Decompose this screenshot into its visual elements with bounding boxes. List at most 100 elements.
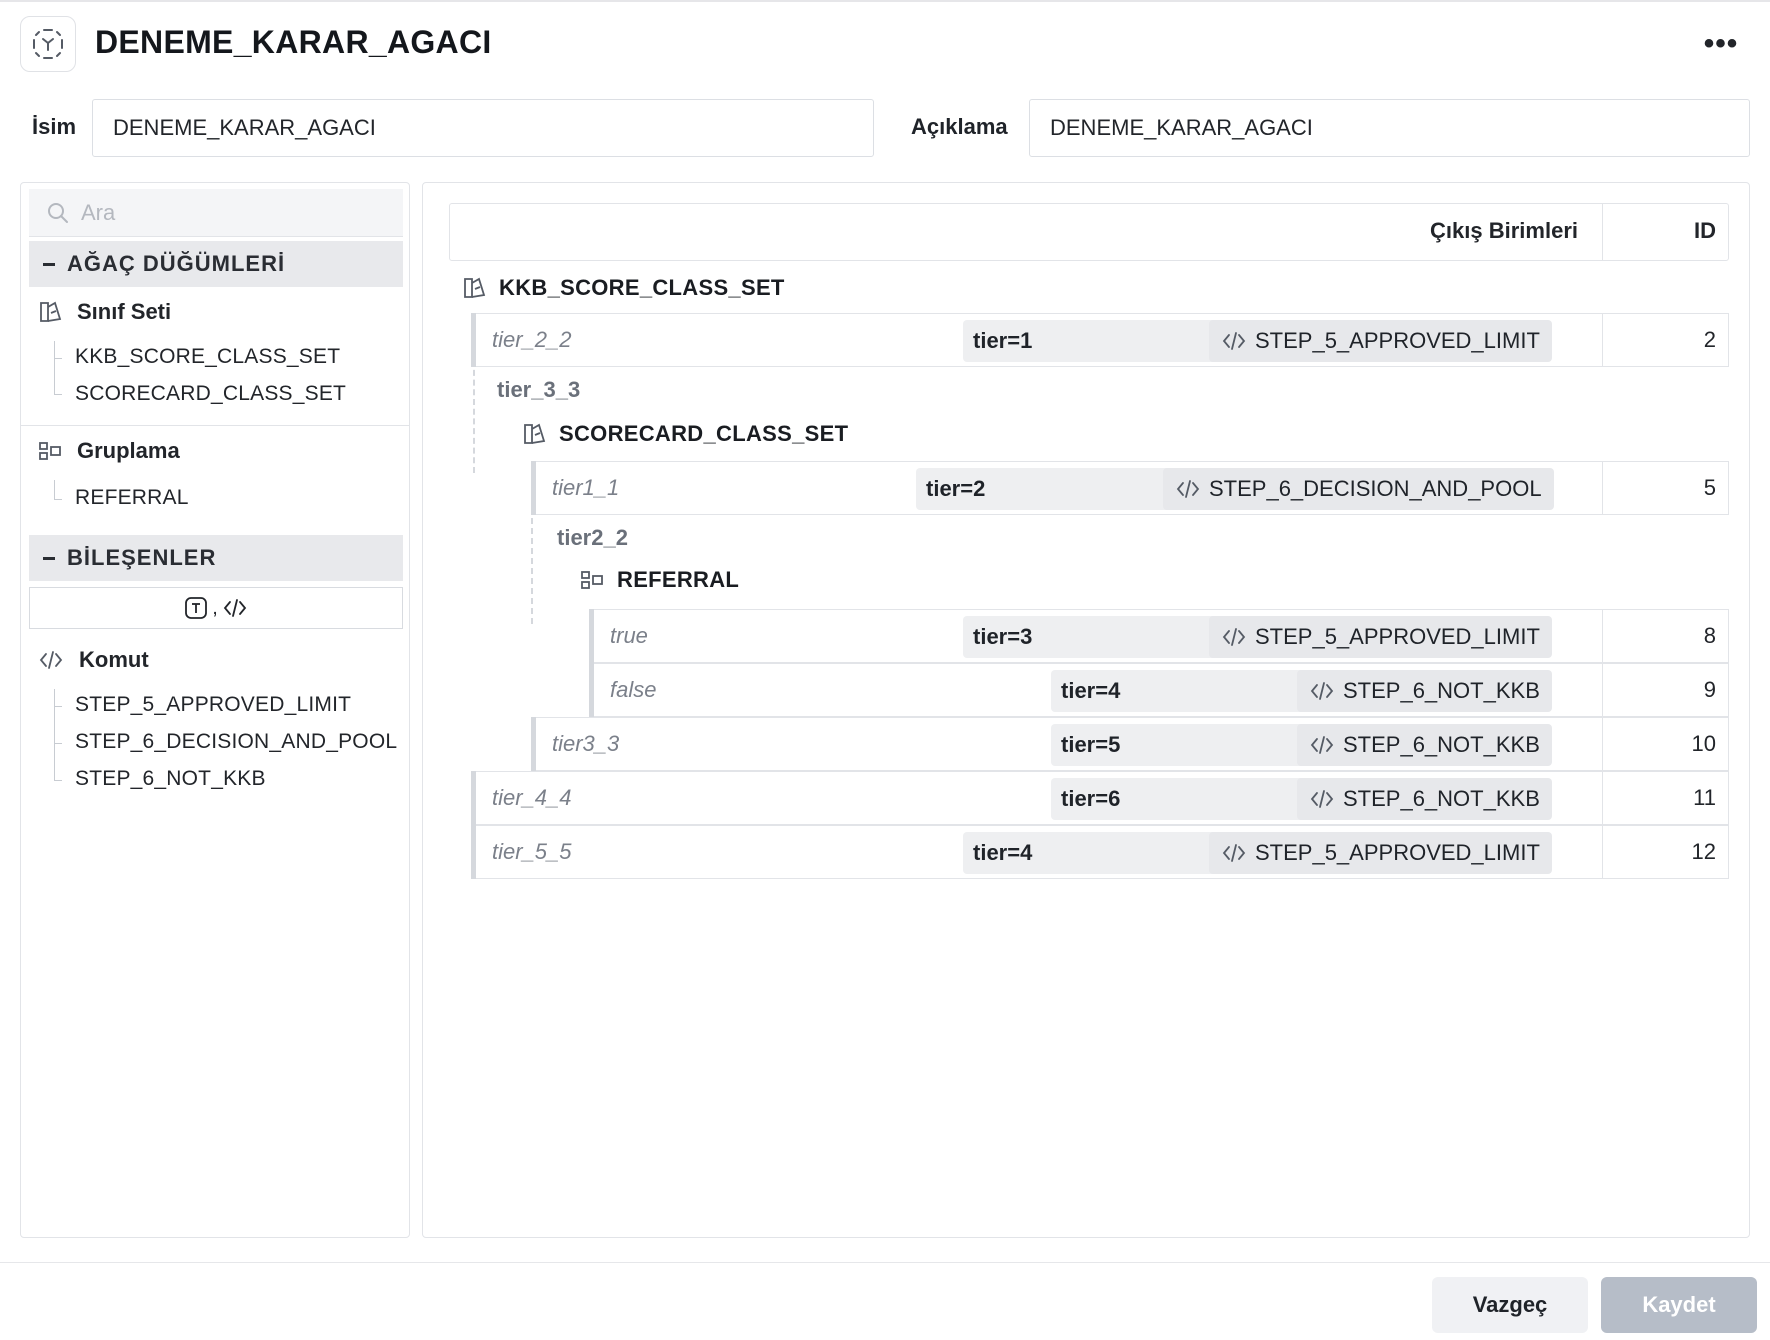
sidebar-item-scorecard-class-set[interactable]: SCORECARD_CLASS_SET [75, 382, 346, 406]
code-icon [1222, 628, 1246, 646]
table-row[interactable]: tier_2_2 tier=1 STEP_5_APPROVED_LIMIT 2 [471, 313, 1729, 367]
table-row[interactable]: true tier=3 STEP_5_APPROVED_LIMIT 8 [589, 609, 1729, 663]
group-label: Sınıf Seti [77, 299, 172, 324]
step-label: STEP_6_DECISION_AND_POOL [1209, 476, 1542, 501]
sidebar-item-step-6-not-kkb[interactable]: STEP_6_NOT_KKB [75, 767, 266, 791]
table-row[interactable]: false tier=4 STEP_6_NOT_KKB 9 [589, 663, 1729, 717]
output-step-chip[interactable]: STEP_6_NOT_KKB [1297, 778, 1552, 820]
more-options-icon[interactable]: ••• [1698, 22, 1744, 66]
sidebar-item-kkb-score-class-set[interactable]: KKB_SCORE_CLASS_SET [75, 345, 340, 369]
code-icon [39, 651, 63, 669]
node-label: SCORECARD_CLASS_SET [559, 421, 849, 446]
branch-name: tier3_3 [552, 731, 620, 756]
condition-chip[interactable]: tier=4 [1051, 670, 1323, 712]
save-button[interactable]: Kaydet [1601, 1277, 1757, 1333]
tree-node-referral[interactable]: REFERRAL [579, 567, 739, 593]
search-input[interactable] [81, 199, 381, 226]
condition-chip[interactable]: tier=5 [1051, 724, 1323, 766]
search-box [29, 189, 403, 237]
filter-separator: , [212, 596, 218, 619]
section-title: BİLEŞENLER [67, 545, 217, 570]
condition-chip[interactable]: tier=1 [963, 320, 1235, 362]
tree-nodes-section-header[interactable]: AĞAÇ DÜĞÜMLERİ [29, 241, 403, 287]
component-filter-button[interactable]: , [29, 587, 403, 629]
output-step-chip[interactable]: STEP_5_APPROVED_LIMIT [1209, 616, 1552, 658]
sidebar-item-step-5-approved-limit[interactable]: STEP_5_APPROVED_LIMIT [75, 693, 351, 717]
command-group: Komut [37, 647, 149, 673]
search-icon [48, 202, 68, 223]
branch-name: true [610, 623, 648, 648]
branch-name: tier_4_4 [492, 785, 572, 810]
collapse-icon [43, 556, 55, 560]
tree-node-scorecard-class-set[interactable]: SCORECARD_CLASS_SET [521, 421, 848, 447]
output-step-chip[interactable]: STEP_5_APPROVED_LIMIT [1209, 832, 1552, 874]
condition-chip[interactable]: tier=4 [963, 832, 1235, 874]
footer-bar: Vazgeç Kaydet [0, 1262, 1770, 1340]
tree-node-kkb-score-class-set[interactable]: KKB_SCORE_CLASS_SET [461, 275, 785, 301]
app-header: DENEME_KARAR_AGACI ••• [0, 0, 1770, 82]
output-step-chip[interactable]: STEP_6_NOT_KKB [1297, 724, 1552, 766]
name-input[interactable] [92, 99, 874, 157]
collapse-icon [43, 262, 55, 266]
output-step-chip[interactable]: STEP_6_DECISION_AND_POOL [1163, 468, 1554, 510]
code-icon [1310, 682, 1334, 700]
cancel-button[interactable]: Vazgeç [1432, 1277, 1588, 1333]
branch-name: tier_5_5 [492, 839, 572, 864]
class-set-icon [524, 423, 546, 444]
table-row[interactable]: tier_4_4 tier=6 STEP_6_NOT_KKB 11 [471, 771, 1729, 825]
step-label: STEP_5_APPROVED_LIMIT [1255, 840, 1540, 865]
branch-name: false [610, 677, 657, 702]
class-set-group: Sınıf Seti [37, 299, 171, 325]
class-set-icon [464, 277, 486, 298]
output-step-chip[interactable]: STEP_5_APPROVED_LIMIT [1209, 320, 1552, 362]
sidebar-item-step-6-decision-and-pool[interactable]: STEP_6_DECISION_AND_POOL [75, 730, 397, 754]
row-id: 5 [1703, 475, 1716, 500]
step-label: STEP_6_NOT_KKB [1343, 678, 1540, 703]
table-row[interactable]: tier1_1 tier=2 STEP_6_DECISION_AND_POOL … [531, 461, 1729, 515]
branch-label-tier2-2: tier2_2 [557, 525, 628, 550]
column-header-id: ID [1694, 218, 1716, 243]
code-icon [1222, 844, 1246, 862]
group-label: Komut [79, 647, 149, 672]
row-id: 9 [1703, 677, 1716, 702]
row-id: 11 [1693, 785, 1716, 810]
decision-tree-editor: Çıkış Birimleri ID KKB_SCORE_CLASS_SET t… [422, 182, 1750, 1238]
step-label: STEP_5_APPROVED_LIMIT [1255, 328, 1540, 353]
class-set-icon [40, 301, 62, 322]
page-title: DENEME_KARAR_AGACI [95, 24, 492, 60]
grouping-group: Gruplama [37, 438, 180, 464]
decision-tree-logo-icon [20, 16, 76, 72]
grouping-icon [39, 442, 61, 460]
row-id: 10 [1691, 731, 1716, 756]
row-id: 2 [1703, 327, 1716, 352]
sidebar-item-referral[interactable]: REFERRAL [75, 486, 189, 510]
code-icon [1176, 480, 1200, 498]
condition-chip[interactable]: tier=3 [963, 616, 1235, 658]
description-label: Açıklama [911, 114, 1008, 139]
condition-chip[interactable]: tier=6 [1051, 778, 1323, 820]
row-id: 12 [1691, 839, 1716, 864]
code-icon [1222, 332, 1246, 350]
description-input[interactable] [1029, 99, 1750, 157]
code-icon [1310, 790, 1334, 808]
row-id: 8 [1703, 623, 1716, 648]
step-label: STEP_6_NOT_KKB [1343, 786, 1540, 811]
branch-name: tier1_1 [552, 475, 620, 500]
column-header-output-units: Çıkış Birimleri [1430, 218, 1578, 243]
group-label: Gruplama [77, 438, 180, 463]
components-section-header[interactable]: BİLEŞENLER [29, 535, 403, 581]
output-step-chip[interactable]: STEP_6_NOT_KKB [1297, 670, 1552, 712]
table-row[interactable]: tier_5_5 tier=4 STEP_5_APPROVED_LIMIT 12 [471, 825, 1729, 879]
code-icon [223, 599, 246, 617]
code-icon [1310, 736, 1334, 754]
step-label: STEP_6_NOT_KKB [1343, 732, 1540, 757]
condition-chip[interactable]: tier=2 [916, 468, 1188, 510]
branch-label-tier-3-3: tier_3_3 [497, 377, 581, 402]
table-header: Çıkış Birimleri ID [449, 203, 1729, 261]
step-label: STEP_5_APPROVED_LIMIT [1255, 624, 1540, 649]
section-title: AĞAÇ DÜĞÜMLERİ [67, 251, 286, 276]
grouping-icon [581, 571, 603, 589]
name-label: İsim [32, 114, 77, 139]
table-row[interactable]: tier3_3 tier=5 STEP_6_NOT_KKB 10 [531, 717, 1729, 771]
node-label: REFERRAL [617, 567, 740, 592]
